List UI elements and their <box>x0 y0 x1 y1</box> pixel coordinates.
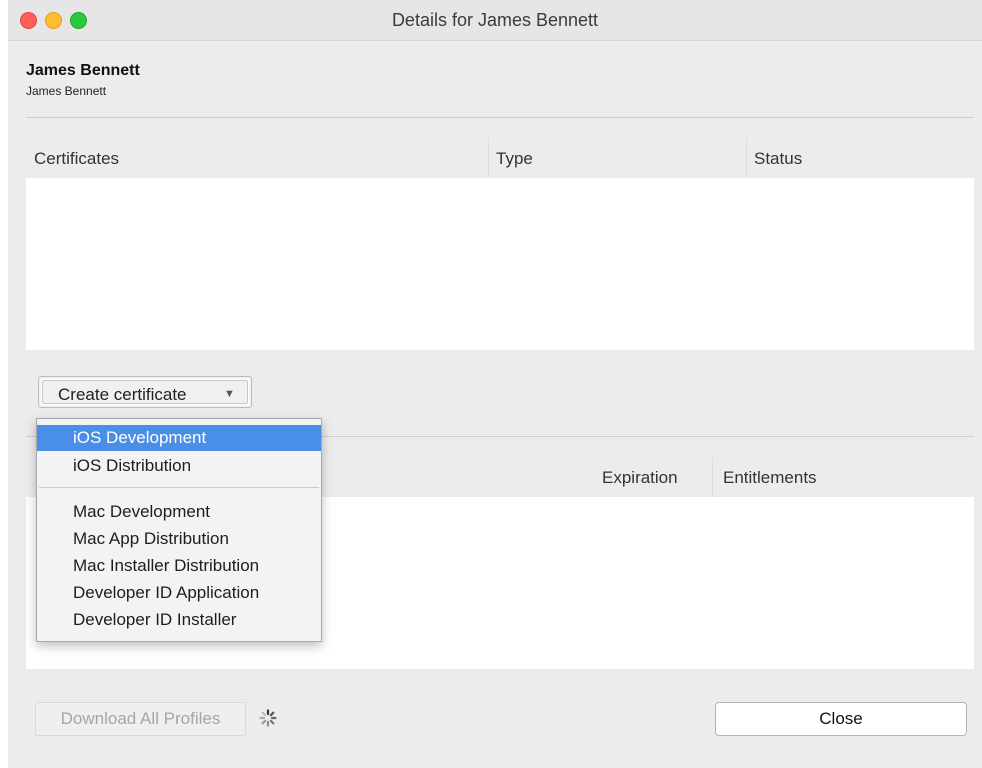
user-subtitle: James Bennett <box>26 84 107 98</box>
divider <box>26 117 974 118</box>
create-certificate-bezel: Create certificate ▼ <box>42 380 248 404</box>
menu-item-label: Mac Installer Distribution <box>73 556 260 575</box>
close-button[interactable]: Close <box>715 702 967 736</box>
menu-item-label: Mac App Distribution <box>73 529 229 548</box>
title-bar: Details for James Bennett <box>8 0 982 41</box>
menu-item-developer-id-installer[interactable]: Developer ID Installer <box>37 607 321 633</box>
menu-item-ios-development[interactable]: iOS Development <box>37 425 321 451</box>
create-certificate-menu: iOS Development iOS Distribution Mac Dev… <box>36 418 322 642</box>
menu-item-developer-id-application[interactable]: Developer ID Application <box>37 580 321 606</box>
chevron-down-icon: ▼ <box>224 388 235 400</box>
download-all-profiles-button[interactable]: Download All Profiles <box>35 702 246 736</box>
column-header-entitlements[interactable]: Entitlements <box>723 468 817 488</box>
menu-item-label: iOS Development <box>73 428 207 447</box>
certificates-table-body[interactable] <box>26 178 974 350</box>
window-title: Details for James Bennett <box>391 10 599 30</box>
menu-item-label: Developer ID Application <box>73 583 260 602</box>
menu-item-mac-installer-distribution[interactable]: Mac Installer Distribution <box>37 553 321 579</box>
details-window: Details for James Bennett James Bennett … <box>8 0 982 768</box>
column-header-status[interactable]: Status <box>754 149 802 169</box>
column-divider <box>488 138 489 178</box>
user-name: James Bennett <box>26 62 140 79</box>
menu-item-mac-development[interactable]: Mac Development <box>37 499 321 525</box>
menu-item-label: Mac Development <box>73 502 211 521</box>
column-header-expiration[interactable]: Expiration <box>602 468 678 488</box>
column-header-certificates[interactable]: Certificates <box>34 149 119 169</box>
menu-item-label: Developer ID Installer <box>73 610 237 629</box>
menu-separator <box>39 487 319 488</box>
menu-item-label: iOS Distribution <box>73 456 192 475</box>
create-certificate-button[interactable]: Create certificate ▼ <box>38 376 252 408</box>
certificates-table-header: Certificates Type Status <box>26 138 974 178</box>
column-divider <box>746 138 747 178</box>
menu-item-mac-app-distribution[interactable]: Mac App Distribution <box>37 526 321 552</box>
loading-spinner-icon <box>259 709 277 727</box>
column-header-type[interactable]: Type <box>496 149 533 169</box>
column-divider <box>712 457 713 497</box>
menu-item-ios-distribution[interactable]: iOS Distribution <box>37 453 321 479</box>
create-certificate-label: Create certificate <box>58 385 187 404</box>
